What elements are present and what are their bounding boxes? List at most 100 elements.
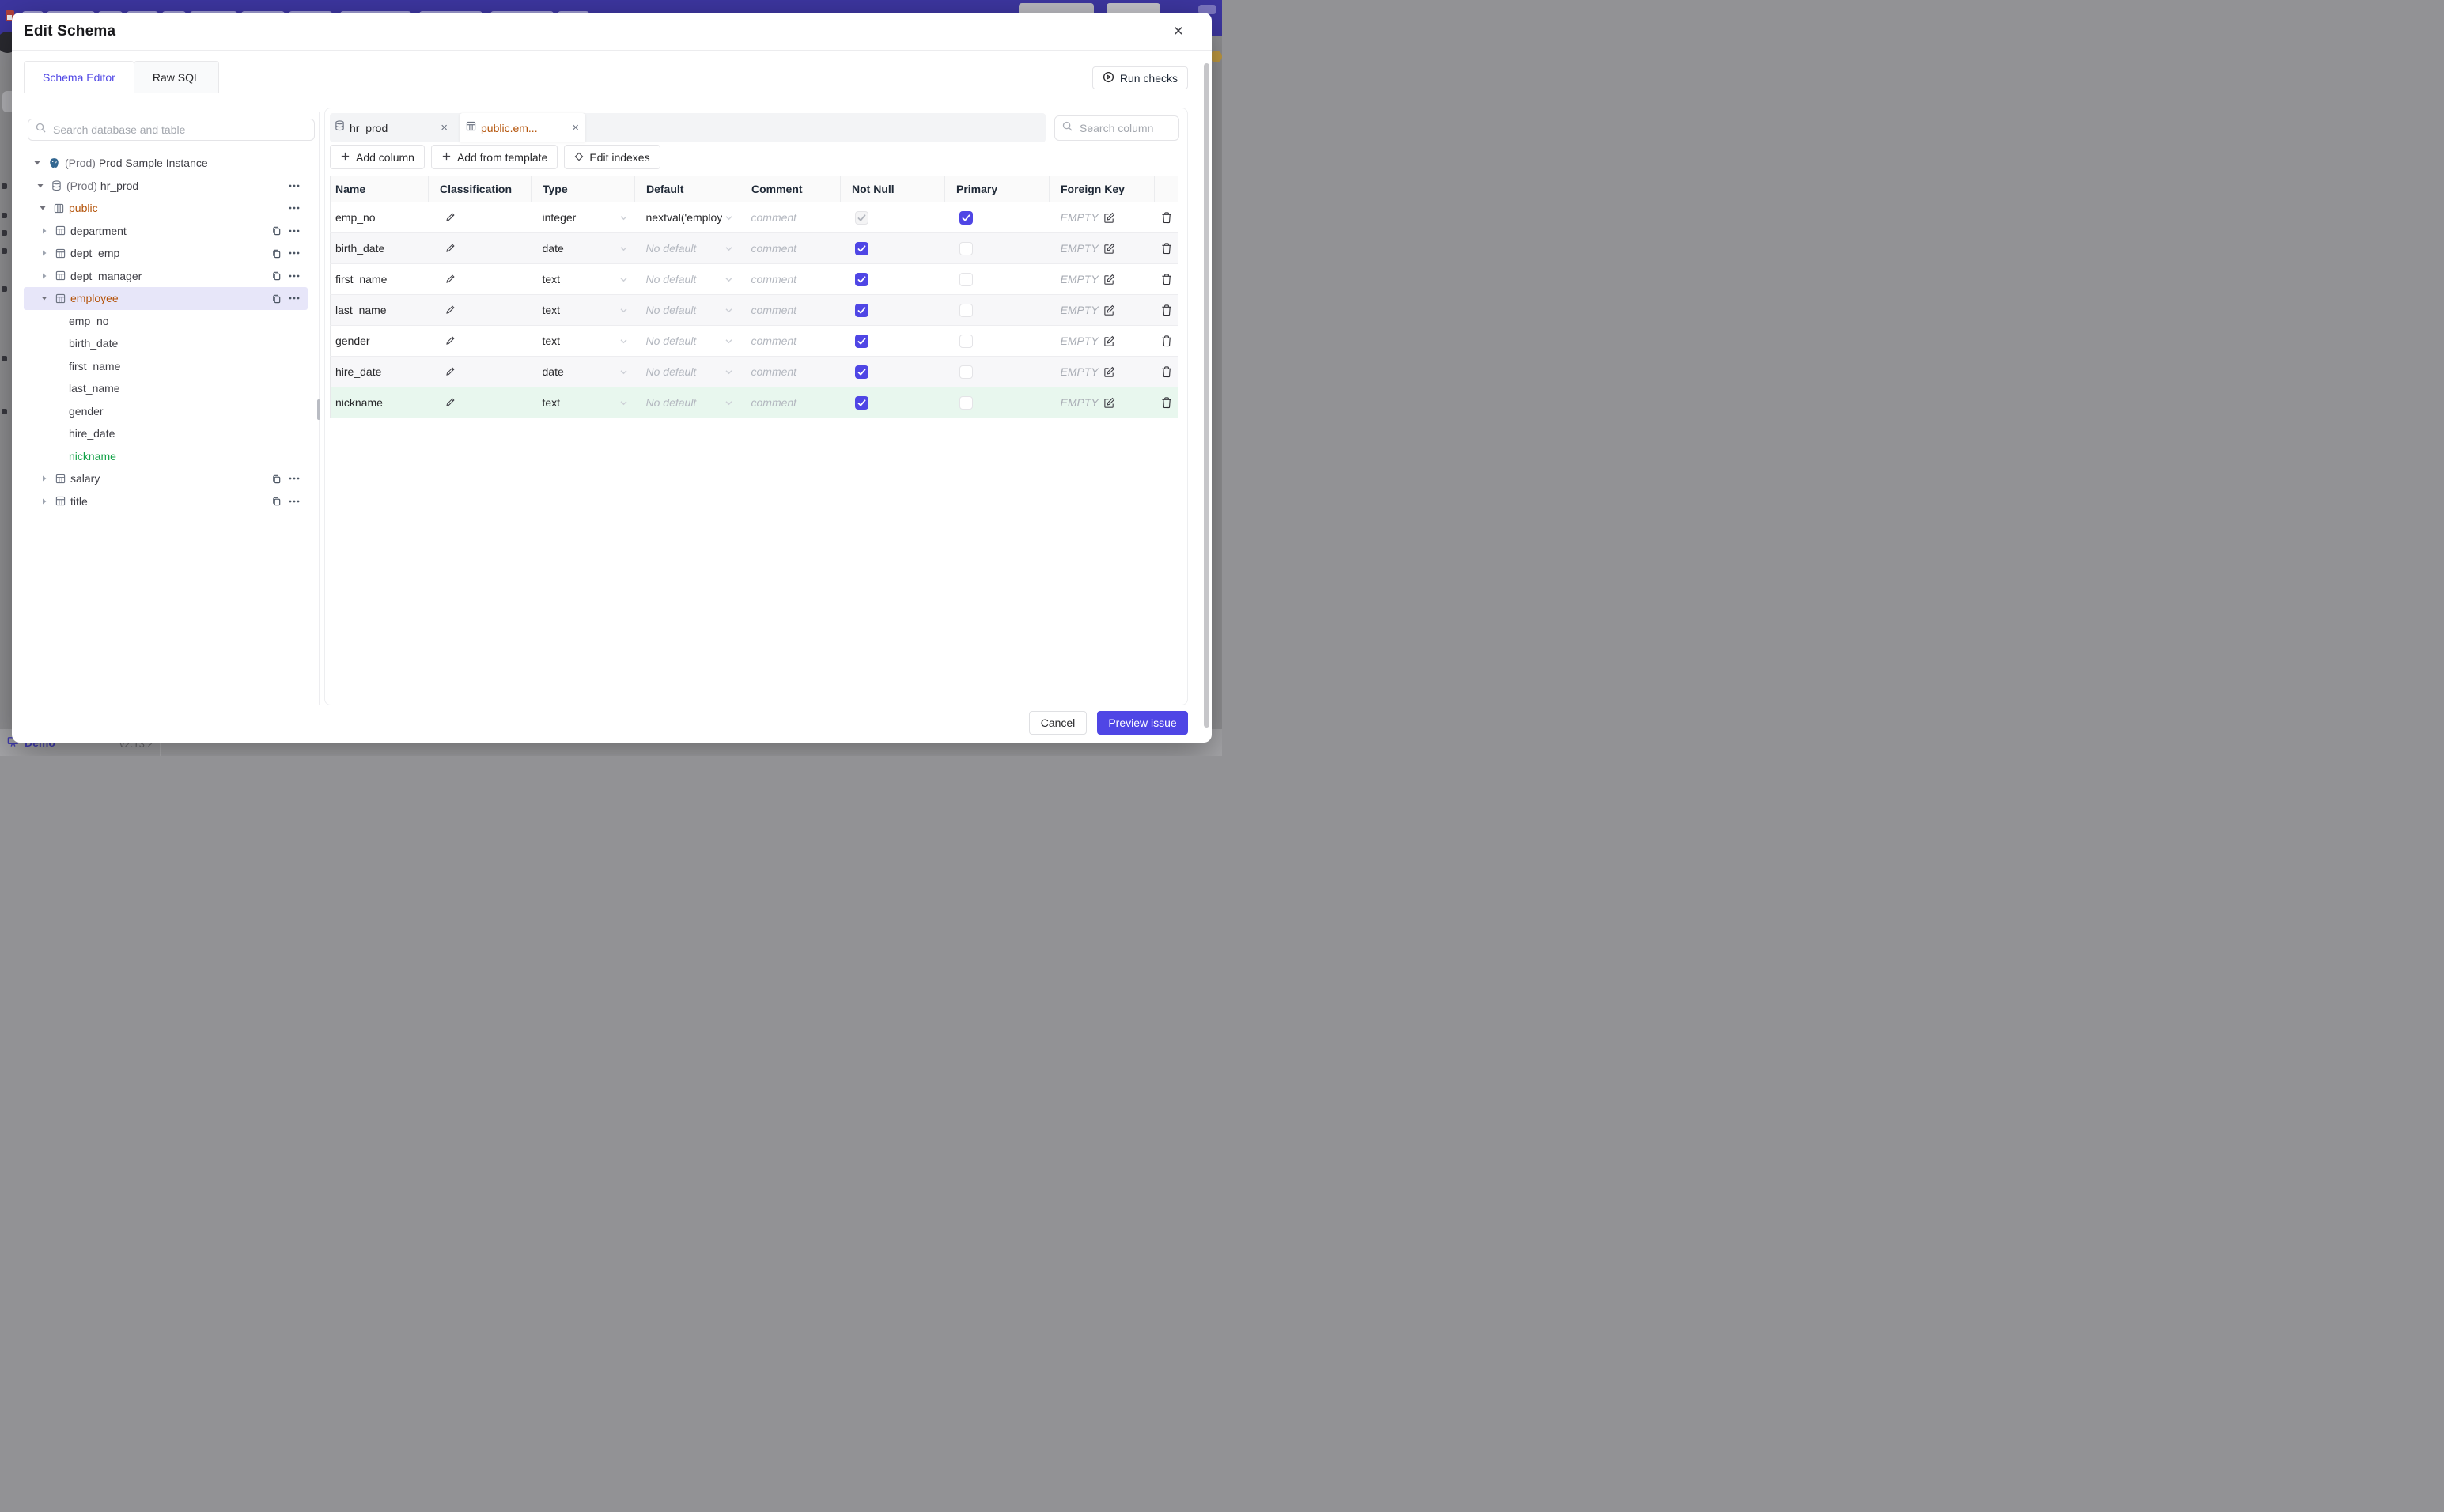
delete-column-icon[interactable] [1161,211,1178,224]
more-icon[interactable] [289,297,300,300]
comment-input[interactable]: comment [751,396,797,409]
classification-pencil-icon[interactable] [445,274,532,285]
close-tab-icon[interactable]: × [441,121,448,134]
run-checks-button[interactable]: Run checks [1091,66,1188,89]
primary-checkbox[interactable] [959,210,973,225]
not-null-checkbox[interactable] [854,395,868,410]
caret-right-icon[interactable] [40,273,48,279]
type-select[interactable]: text [543,273,635,285]
close-tab-icon[interactable]: × [572,121,579,134]
edit-foreign-key-icon[interactable] [1103,274,1115,285]
sidebar-resize-handle[interactable] [317,399,320,420]
default-select[interactable]: nextval('employ [646,211,740,224]
more-icon[interactable] [289,229,300,232]
tab-schema-editor[interactable]: Schema Editor [24,61,134,93]
tree-item-salary[interactable]: salary [24,467,308,490]
comment-input[interactable]: comment [751,211,797,224]
copy-icon[interactable] [271,474,282,484]
tree-column-gender[interactable]: gender [24,400,308,423]
tree-item-department[interactable]: department [24,220,308,243]
classification-pencil-icon[interactable] [445,335,532,346]
tree-item-public[interactable]: public [24,197,308,220]
delete-column-icon[interactable] [1161,273,1178,285]
doc-tab-hr-prod[interactable]: hr_prod × [330,113,456,142]
comment-input[interactable]: comment [751,365,797,378]
copy-icon[interactable] [271,248,282,259]
tree-column-birth_date[interactable]: birth_date [24,332,308,355]
primary-checkbox[interactable] [959,395,973,410]
default-select[interactable]: No default [646,273,740,285]
type-select[interactable]: text [543,335,635,347]
primary-checkbox[interactable] [959,241,973,255]
tab-raw-sql[interactable]: Raw SQL [133,61,219,93]
type-select[interactable]: date [543,242,635,255]
doc-tab-public-employee[interactable]: public.em... × [460,113,585,142]
classification-pencil-icon[interactable] [445,212,532,223]
tree-item-employee[interactable]: employee [24,287,308,310]
caret-down-icon[interactable] [36,183,44,189]
type-select[interactable]: text [543,396,635,409]
comment-input[interactable]: comment [751,273,797,285]
type-select[interactable]: date [543,365,635,378]
edit-foreign-key-icon[interactable] [1103,304,1115,316]
edit-foreign-key-icon[interactable] [1103,212,1115,224]
primary-checkbox[interactable] [959,334,973,348]
column-name-cell[interactable]: emp_no [331,202,429,233]
delete-column-icon[interactable] [1161,396,1178,409]
column-name-cell[interactable]: last_name [330,294,429,326]
copy-icon[interactable] [271,496,282,506]
column-search-input[interactable] [1078,120,1222,135]
primary-checkbox[interactable] [959,365,973,379]
type-select[interactable]: text [543,304,635,316]
column-name-cell[interactable]: birth_date [330,232,429,264]
delete-column-icon[interactable] [1161,365,1178,378]
classification-pencil-icon[interactable] [445,366,532,377]
default-select[interactable]: No default [646,365,740,378]
tree-item-Prod Sample Instance[interactable]: (Prod) Prod Sample Instance [24,152,308,175]
tree-column-emp_no[interactable]: emp_no [24,310,308,333]
more-icon[interactable] [289,206,300,210]
not-null-checkbox[interactable] [854,272,868,286]
column-name-cell[interactable]: first_name [330,263,429,295]
edit-indexes-button[interactable]: Edit indexes [564,145,660,169]
cancel-button[interactable]: Cancel [1029,711,1087,735]
column-name-cell[interactable]: hire_date [330,356,429,387]
classification-pencil-icon[interactable] [445,397,532,408]
type-select[interactable]: integer [543,211,635,224]
tree-column-first_name[interactable]: first_name [24,355,308,378]
add-column-button[interactable]: Add column [330,145,425,169]
caret-right-icon[interactable] [40,498,48,505]
column-name-cell[interactable]: gender [330,325,429,357]
edit-foreign-key-icon[interactable] [1103,243,1115,255]
tree-item-hr_prod[interactable]: (Prod) hr_prod [24,175,308,198]
tree-column-hire_date[interactable]: hire_date [24,422,308,445]
edit-foreign-key-icon[interactable] [1103,397,1115,409]
copy-icon[interactable] [271,270,282,281]
tree-item-dept_emp[interactable]: dept_emp [24,242,308,265]
classification-pencil-icon[interactable] [445,243,532,254]
not-null-checkbox[interactable] [854,241,868,255]
copy-icon[interactable] [271,225,282,236]
caret-down-icon[interactable] [33,160,41,166]
caret-down-icon[interactable] [40,295,48,301]
more-icon[interactable] [289,274,300,278]
tree-item-dept_manager[interactable]: dept_manager [24,265,308,288]
primary-checkbox[interactable] [959,272,973,286]
sidebar-search-input[interactable] [51,123,307,137]
caret-right-icon[interactable] [40,475,48,482]
delete-column-icon[interactable] [1161,242,1178,255]
preview-issue-button[interactable]: Preview issue [1097,711,1188,735]
caret-right-icon[interactable] [40,250,48,256]
not-null-checkbox[interactable] [854,334,868,348]
delete-column-icon[interactable] [1161,304,1178,316]
tree-item-title[interactable]: title [24,490,308,513]
not-null-checkbox[interactable] [854,303,868,317]
close-button[interactable]: × [1174,23,1183,40]
more-icon[interactable] [289,500,300,503]
edit-foreign-key-icon[interactable] [1103,335,1115,347]
classification-pencil-icon[interactable] [445,304,532,316]
comment-input[interactable]: comment [751,304,797,316]
delete-column-icon[interactable] [1161,335,1178,347]
comment-input[interactable]: comment [751,335,797,347]
caret-down-icon[interactable] [39,205,47,211]
